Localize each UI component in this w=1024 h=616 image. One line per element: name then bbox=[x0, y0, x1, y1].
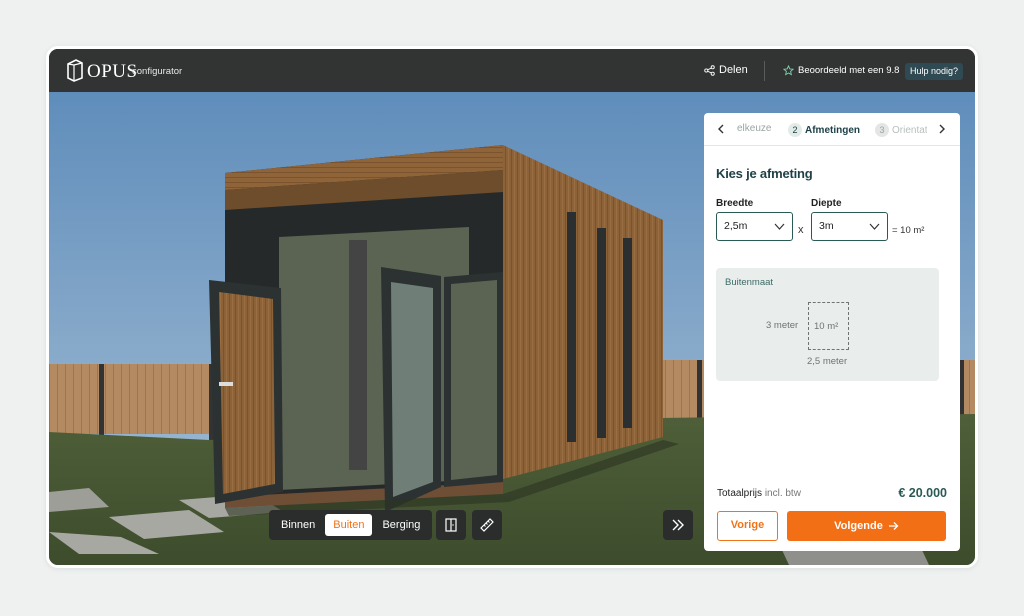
share-button[interactable]: Delen bbox=[704, 64, 748, 76]
view-option-binnen[interactable]: Binnen bbox=[273, 514, 323, 536]
chevron-down-icon bbox=[869, 223, 880, 230]
footprint-width: 2,5 meter bbox=[807, 356, 848, 367]
total-price: € 20.000 bbox=[898, 486, 947, 500]
topbar-divider bbox=[764, 61, 765, 81]
chevron-left-icon[interactable] bbox=[715, 123, 727, 135]
footprint-depth: 3 meter bbox=[766, 320, 799, 331]
footprint-area: 10 m² bbox=[814, 321, 839, 332]
chevron-right-icon[interactable] bbox=[936, 123, 948, 135]
depth-label: Diepte bbox=[811, 198, 842, 209]
area-result: = 10 m² bbox=[892, 225, 925, 236]
panel-title: Kies je afmeting bbox=[716, 166, 813, 181]
times-sign: x bbox=[798, 224, 804, 236]
star-icon bbox=[783, 65, 794, 76]
collapse-panel-button[interactable] bbox=[663, 510, 693, 540]
next-button[interactable]: Volgende bbox=[787, 511, 946, 541]
outer-dimensions-title: Buitenmaat bbox=[725, 277, 774, 288]
step-previous[interactable]: elkeuze bbox=[737, 123, 771, 134]
view-option-berging[interactable]: Berging bbox=[374, 514, 428, 536]
app-window: OPUS configurator Delen Beoordeeld met e… bbox=[46, 46, 978, 568]
rating-link[interactable]: Beoordeeld met een 9.8 bbox=[783, 65, 899, 76]
help-button[interactable]: Hulp nodig? bbox=[905, 63, 964, 80]
brand-subtitle: configurator bbox=[132, 66, 183, 77]
width-label: Breedte bbox=[716, 198, 754, 209]
share-icon bbox=[704, 64, 715, 76]
opus-logo-icon bbox=[67, 59, 83, 82]
step-next-number: 3 bbox=[875, 123, 889, 137]
total-label: Totaalprijs incl. btw bbox=[717, 488, 801, 499]
config-panel: elkeuze 2Afmetingen 3Orientatie Kies je … bbox=[704, 113, 960, 551]
step-current-label: Afmetingen bbox=[805, 125, 860, 136]
step-previous-label: elkeuze bbox=[737, 123, 772, 134]
ruler-icon bbox=[480, 518, 494, 532]
arrow-right-icon bbox=[888, 522, 899, 530]
width-select[interactable]: 2,5m bbox=[716, 212, 793, 241]
double-chevron-right-icon bbox=[672, 519, 684, 531]
step-current-number: 2 bbox=[788, 123, 802, 137]
depth-select-value: 3m bbox=[819, 220, 834, 232]
step-navigation: elkeuze 2Afmetingen 3Orientatie bbox=[704, 113, 960, 146]
brand-name: OPUS bbox=[87, 61, 138, 82]
top-bar: OPUS configurator Delen Beoordeeld met e… bbox=[49, 49, 975, 92]
total-label-sub: incl. btw bbox=[764, 488, 801, 499]
total-label-main: Totaalprijs bbox=[717, 488, 763, 499]
chevron-down-icon bbox=[774, 223, 785, 230]
step-next-label: Orientatie bbox=[892, 125, 927, 136]
app-frame: OPUS configurator Delen Beoordeeld met e… bbox=[49, 49, 975, 565]
previous-button[interactable]: Vorige bbox=[717, 511, 778, 541]
door-toggle-button[interactable] bbox=[436, 510, 466, 540]
outer-dimensions-box: Buitenmaat 10 m² 3 meter 2,5 meter bbox=[716, 268, 939, 381]
measure-toggle-button[interactable] bbox=[472, 510, 502, 540]
door-icon bbox=[445, 518, 457, 532]
view-toggle: Binnen Buiten Berging bbox=[269, 510, 433, 540]
share-label: Delen bbox=[719, 64, 748, 76]
step-current[interactable]: 2 Afmetingen bbox=[788, 123, 860, 137]
next-button-label: Volgende bbox=[834, 520, 883, 532]
view-option-buiten[interactable]: Buiten bbox=[325, 514, 373, 536]
step-next[interactable]: 3Orientatie bbox=[875, 123, 927, 137]
rating-label: Beoordeeld met een 9.8 bbox=[798, 65, 900, 76]
depth-select[interactable]: 3m bbox=[811, 212, 888, 241]
width-select-value: 2,5m bbox=[724, 220, 748, 232]
